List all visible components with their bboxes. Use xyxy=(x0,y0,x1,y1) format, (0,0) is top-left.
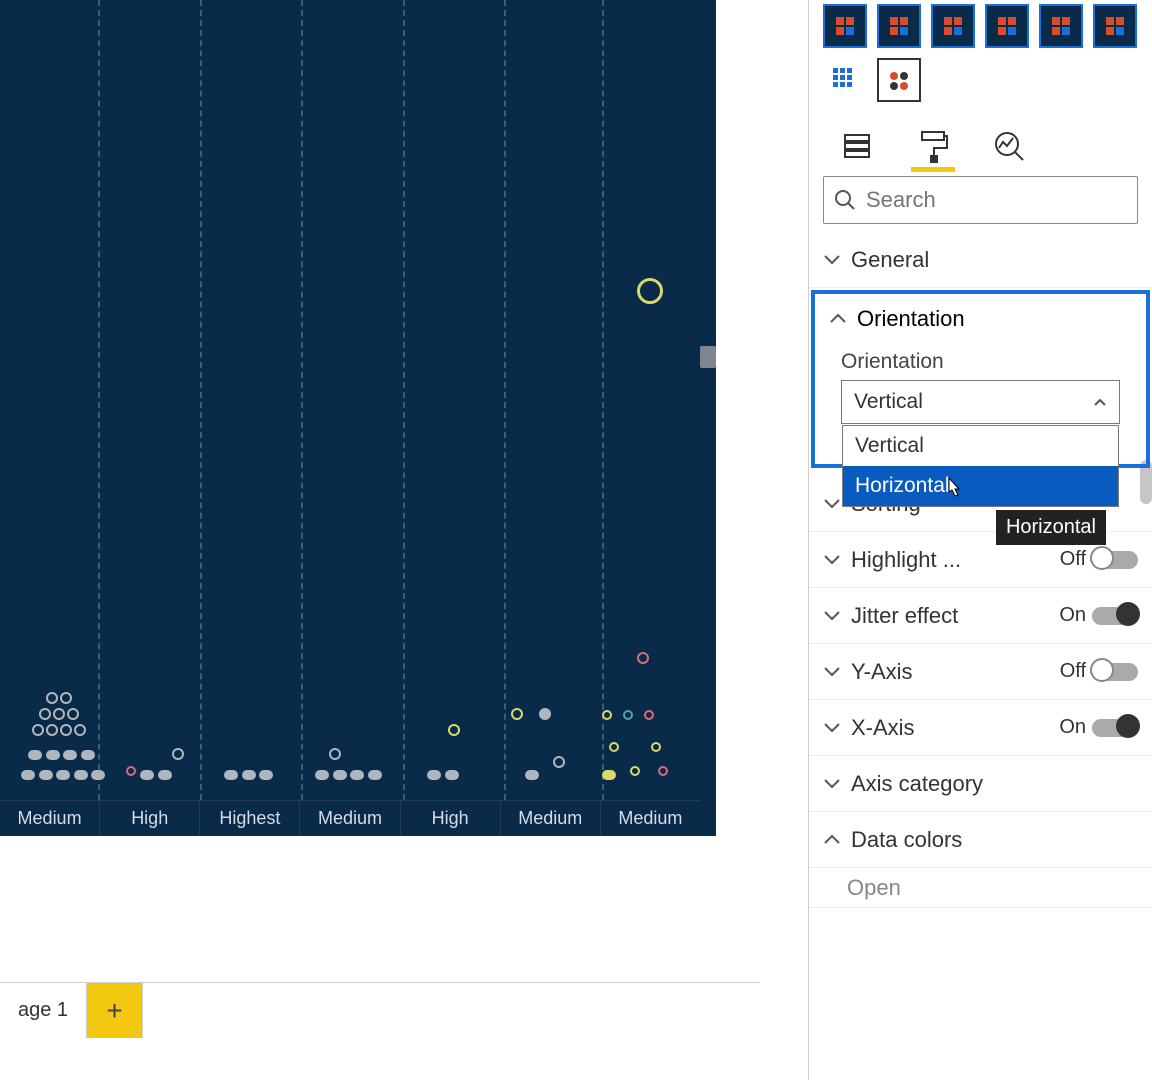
x-label: Medium xyxy=(299,800,399,836)
orientation-option-vertical[interactable]: Vertical xyxy=(843,426,1118,466)
xaxis-toggle[interactable]: On xyxy=(1059,716,1138,739)
section-label: Axis category xyxy=(851,771,983,797)
chevron-down-icon xyxy=(823,551,841,569)
search-input-wrap[interactable] xyxy=(823,176,1138,224)
fields-tab[interactable] xyxy=(837,126,877,166)
x-label: Medium xyxy=(600,800,700,836)
x-label: Highest xyxy=(199,800,299,836)
section-label: General xyxy=(851,247,929,273)
section-label: Data colors xyxy=(851,827,962,853)
data-colors-open-field: Open xyxy=(809,868,1152,908)
x-label: Medium xyxy=(500,800,600,836)
toggle-state: On xyxy=(1059,716,1086,739)
visualizations-pane: General Orientation Orientation Vertical… xyxy=(808,0,1152,1080)
x-axis-labels: Medium High Highest Medium High Medium M… xyxy=(0,800,700,836)
custom-visual-icon[interactable] xyxy=(1093,4,1137,48)
custom-visual-icon[interactable] xyxy=(1039,4,1083,48)
orientation-option-horizontal[interactable]: Horizontal xyxy=(843,466,1118,506)
section-x-axis[interactable]: X-Axis On xyxy=(809,700,1152,756)
section-label: Highlight ... xyxy=(851,547,961,573)
jitter-toggle[interactable]: On xyxy=(1059,604,1138,627)
toggle-state: Off xyxy=(1060,660,1086,683)
chevron-down-icon xyxy=(823,775,841,793)
add-page-button[interactable]: + xyxy=(87,983,143,1038)
matrix-visual-icon[interactable] xyxy=(823,58,867,102)
analytics-tab[interactable] xyxy=(989,126,1029,166)
section-jitter[interactable]: Jitter effect On xyxy=(809,588,1152,644)
orientation-select[interactable]: Vertical Vertical Horizontal Horizontal xyxy=(841,380,1120,424)
section-axis-category[interactable]: Axis category xyxy=(809,756,1152,812)
chevron-down-icon xyxy=(823,663,841,681)
search-input[interactable] xyxy=(866,187,1127,213)
plus-icon: + xyxy=(106,995,122,1027)
fields-icon xyxy=(842,131,872,161)
page-tab-1[interactable]: age 1 xyxy=(0,983,87,1038)
orientation-select-value: Vertical xyxy=(854,390,923,414)
search-icon xyxy=(834,189,856,211)
custom-visual-icon[interactable] xyxy=(985,4,1029,48)
section-y-axis[interactable]: Y-Axis Off xyxy=(809,644,1152,700)
x-label: High xyxy=(400,800,500,836)
field-label: Open xyxy=(847,875,901,901)
section-data-colors[interactable]: Data colors xyxy=(809,812,1152,868)
x-label: High xyxy=(99,800,199,836)
x-label: Medium xyxy=(0,800,99,836)
chevron-down-icon xyxy=(823,719,841,737)
orientation-dropdown: Vertical Horizontal Horizontal xyxy=(842,425,1119,507)
report-canvas[interactable]: Medium High Highest Medium High Medium M… xyxy=(0,0,808,1080)
toggle-state: Off xyxy=(1060,548,1086,571)
chevron-up-icon xyxy=(1093,395,1107,409)
page-tabs: age 1 + xyxy=(0,982,760,1038)
paint-roller-icon xyxy=(918,129,948,163)
custom-visual-icon[interactable] xyxy=(823,4,867,48)
chevron-up-icon xyxy=(829,310,847,328)
format-tab[interactable] xyxy=(913,126,953,166)
yaxis-toggle[interactable]: Off xyxy=(1060,660,1138,683)
visual-scrollbar-thumb[interactable] xyxy=(700,346,716,368)
section-general[interactable]: General xyxy=(809,232,1152,288)
orientation-field-label: Orientation xyxy=(841,350,1120,374)
custom-visual-icon[interactable] xyxy=(931,4,975,48)
scatter-visual-icon[interactable] xyxy=(877,58,921,102)
tooltip: Horizontal xyxy=(996,510,1106,545)
section-label: Y-Axis xyxy=(851,659,913,685)
chevron-up-icon xyxy=(823,831,841,849)
section-label: Orientation xyxy=(857,306,965,332)
section-label: Jitter effect xyxy=(851,603,958,629)
visual-gallery xyxy=(809,0,1152,110)
section-orientation-highlighted: Orientation Orientation Vertical Vertica… xyxy=(811,290,1150,468)
toggle-state: On xyxy=(1059,604,1086,627)
section-orientation[interactable]: Orientation xyxy=(815,294,1146,344)
chevron-down-icon xyxy=(823,251,841,269)
pane-tabs xyxy=(809,110,1152,166)
analytics-icon xyxy=(993,130,1025,162)
chevron-down-icon xyxy=(823,607,841,625)
highlight-toggle[interactable]: Off xyxy=(1060,548,1138,571)
chevron-down-icon xyxy=(823,495,841,513)
plot-area xyxy=(0,0,700,800)
section-label: X-Axis xyxy=(851,715,915,741)
visual-dot-plot[interactable]: Medium High Highest Medium High Medium M… xyxy=(0,0,716,836)
custom-visual-icon[interactable] xyxy=(877,4,921,48)
